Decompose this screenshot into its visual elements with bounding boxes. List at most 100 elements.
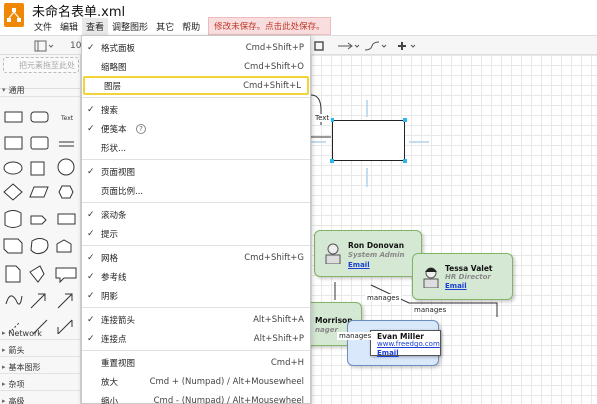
view-menu-item[interactable]: ✓ 参考线 [82,267,310,286]
diagram-canvas[interactable]: Text Ron Donovan System Admin Email Tess… [291,55,597,404]
menu-item-shortcut: Cmd+Shift+L [243,80,301,91]
menubar: 文件 编辑 查看 调整图形 其它 帮助 修改未保存。点击此处保存。 [30,17,331,35]
person-icon [423,267,439,288]
edge-label[interactable]: manages [412,306,449,314]
edge-label[interactable]: manages [337,332,374,340]
section-arrows-label: 箭头 [8,345,25,355]
section-misc[interactable]: ▸ 杂项 [0,378,80,391]
view-menu-item[interactable]: 缩略图 Cmd+Shift+O [82,57,310,76]
chevron-right-icon: ▸ [2,380,6,388]
menu-file[interactable]: 文件 [30,18,56,35]
menu-item-label: 连接点 [101,334,127,345]
section-advanced-label: 高级 [8,396,25,404]
view-menu-dropdown: ✓ 格式面板 Cmd+Shift+P 缩略图 Cmd+Shift+O 图层 Cmd+Shif… [81,35,311,404]
menu-item-shortcut: Alt+Shift+A [253,314,304,325]
view-menu-item[interactable]: ✓ 网格 Cmd+Shift+G [82,248,310,267]
menu-item-label: 便笺本 [101,124,127,135]
menu-item-label: 参考线 [101,272,127,283]
node-email-link[interactable]: Email [377,349,399,357]
view-menu-item[interactable]: 缩小 Cmd - (Numpad) / Alt+Mousewheel [82,391,310,404]
check-icon: ✓ [87,42,95,53]
section-general-label: 通用 [8,85,25,95]
section-basic[interactable]: ▸ 基本图形 [0,361,80,374]
menu-item-label: 页面比例... [101,186,144,197]
person-icon [325,243,341,264]
shape-palette[interactable]: Text [0,104,81,334]
handle[interactable] [330,159,334,163]
view-menu-item[interactable]: 页面比例... [82,181,310,200]
menu-item-shortcut: Cmd+Shift+G [244,252,304,263]
view-menu-item[interactable]: ✓ 搜索 [82,100,310,119]
view-menu-item[interactable]: ✓ 连接箭头 Alt+Shift+A [82,310,310,329]
menu-arrange[interactable]: 调整图形 [108,18,152,35]
handle[interactable] [403,159,407,163]
zoom-value[interactable]: 10 [70,39,81,53]
org-node-tessa[interactable]: Tessa Valet HR Director Email [412,253,513,300]
section-arrows[interactable]: ▸ 箭头 [0,344,80,357]
menu-separator [82,202,310,203]
chevron-right-icon: ▸ [2,397,6,404]
menu-item-label: 放大 [101,377,119,388]
check-icon: ✓ [87,290,95,301]
waypoint-icon[interactable] [364,39,388,53]
menu-extras[interactable]: 其它 [152,18,178,35]
selected-rectangle[interactable] [332,120,405,161]
section-advanced[interactable]: ▸ 高级 [0,395,80,404]
scratchpad-drop-zone[interactable]: 把元素拖至此处 [3,57,79,73]
view-menu-item[interactable]: 放大 Cmd + (Numpad) / Alt+Mousewheel [82,372,310,391]
node-url-link[interactable]: www.freedgo.com [377,340,440,348]
view-menu-item[interactable]: ✓ 格式面板 Cmd+Shift+P [82,38,310,57]
check-icon: ✓ [87,333,95,344]
chevron-right-icon: ▸ [2,329,6,337]
shape-icon[interactable] [314,39,324,53]
unsaved-notice[interactable]: 修改未保存。点击此处保存。 [208,17,331,35]
app-header: 未命名表单.xml 文件 编辑 查看 调整图形 其它 帮助 修改未保存。点击此处… [0,0,597,35]
view-menu-item[interactable]: ✓ 阴影 [82,286,310,305]
handle[interactable] [403,118,407,122]
menu-edit[interactable]: 编辑 [56,18,82,35]
menu-separator [82,245,310,246]
menu-item-shortcut: Alt+Shift+P [253,333,304,344]
menu-item-label: 页面视图 [101,167,136,178]
menu-item-label: 滚动条 [101,210,127,221]
node-role: nager [315,326,338,334]
menu-view[interactable]: 查看 [82,17,109,35]
view-menu-item[interactable]: 重置视图 Cmd+H [82,353,310,372]
view-menu-item[interactable]: ✓ 便笺本? [82,119,310,138]
check-icon: ✓ [87,166,95,177]
check-icon: ✓ [87,314,95,325]
edge-text-label[interactable]: Text [313,114,332,122]
menu-item-label: 网格 [101,253,119,264]
section-network[interactable]: ▸ Network [0,327,80,340]
menu-item-shortcut: Cmd+Shift+P [245,42,304,53]
menu-item-label: 提示 [101,229,119,240]
section-misc-label: 杂项 [8,379,25,389]
add-icon[interactable] [397,39,421,53]
view-menu-item[interactable]: ✓ 提示 [82,224,310,243]
node-email-link[interactable]: Email [445,282,467,290]
node-role: HR Director [445,273,491,281]
connector-icon[interactable] [337,39,361,53]
menu-item-label: 连接箭头 [101,315,136,326]
node-email-link[interactable]: Email [348,261,370,269]
section-network-label: Network [8,328,42,338]
page-view-icon[interactable] [34,39,54,53]
view-menu-item[interactable]: ✓ 页面视图 [82,162,310,181]
menu-item-label: 形状... [101,143,127,154]
section-basic-label: 基本图形 [8,362,41,372]
view-menu-item[interactable]: ✓ 连接点 Alt+Shift+P [82,329,310,348]
org-node-ron[interactable]: Ron Donovan System Admin Email [314,230,422,277]
menu-item-label: 缩略图 [101,62,127,73]
menu-item-shortcut: Cmd - (Numpad) / Alt+Mousewheel [153,395,304,404]
view-menu-item[interactable]: 图层 Cmd+Shift+L [83,76,309,95]
view-menu-item[interactable]: ✓ 滚动条 [82,205,310,224]
menu-help[interactable]: 帮助 [178,18,204,35]
menu-separator [82,350,310,351]
check-icon: ✓ [87,271,95,282]
chevron-down-icon: ▾ [2,86,6,94]
help-icon[interactable]: ? [136,123,146,134]
check-icon: ✓ [87,209,95,220]
section-general[interactable]: ▾ 通用 [0,84,80,97]
view-menu-item[interactable]: 形状... [82,138,310,157]
edge-label[interactable]: manages [365,294,402,302]
